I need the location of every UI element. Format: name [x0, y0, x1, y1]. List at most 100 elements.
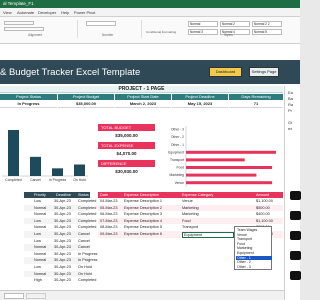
- styles-label: Styles: [224, 33, 233, 37]
- table-row[interactable]: Low 30-Apr-23 Cancel: [24, 231, 90, 238]
- table-cell: Low: [34, 238, 41, 243]
- table-cell: 30-Apr-23: [54, 245, 71, 250]
- table-cell: Marketing: [182, 212, 199, 217]
- side-panel-block[interactable]: [290, 211, 301, 220]
- style-normal-2[interactable]: Normal 2: [220, 21, 250, 27]
- table-row[interactable]: 06-Mar-23 Expense Description 3 Marketing $…: [98, 211, 283, 218]
- table-cell: Completed: [78, 278, 97, 283]
- settings-page-button[interactable]: Settings Page: [249, 67, 279, 77]
- side-panel-text-3: Ra: [288, 102, 294, 107]
- table-row[interactable]: 04-Mar-23 Expense Description 1 Venue $1,10…: [98, 198, 283, 205]
- ribbon-tabs: View Automate Developer Help Power Pivot: [0, 8, 300, 17]
- side-panel-block[interactable]: [290, 271, 301, 280]
- dropdown-option[interactable]: Other - 3: [236, 265, 272, 270]
- table-row[interactable]: 05-Mar-23 Expense Description 2 Marketing $…: [98, 204, 283, 212]
- dashboard-button[interactable]: Dashboard: [209, 67, 242, 77]
- window-titlebar: al Template_F1: [0, 0, 300, 8]
- table-row[interactable]: Normal 30-Apr-23 Completed: [24, 204, 96, 212]
- tab-view[interactable]: View: [3, 10, 12, 15]
- sheet-tab[interactable]: [4, 293, 24, 299]
- number-group: Number: [80, 20, 142, 38]
- table-cell: 30-Apr-23: [54, 232, 71, 236]
- status-tick-label: On Hold: [73, 178, 86, 182]
- status-tick-label: Cancel: [30, 178, 41, 182]
- total-budget-value: $35,000.00: [115, 133, 138, 138]
- style-normal-5[interactable]: Normal 5: [252, 29, 282, 35]
- expense-tick-label: Transport: [170, 158, 184, 162]
- table-row[interactable]: Normal 30-Apr-23 Completed: [24, 211, 96, 218]
- expense-category-chart: Other - 3 Other - 2 Other - 1 Equipment Tran…: [168, 126, 276, 187]
- table-cell: Low: [34, 265, 41, 269]
- window-title: al Template_F1: [3, 1, 34, 6]
- table-row[interactable]: Low 30-Apr-23 Cancel: [24, 237, 90, 245]
- table-row[interactable]: High 30-Apr-23 Completed: [24, 277, 96, 284]
- side-panel-block[interactable]: [290, 251, 301, 260]
- merge-center-button[interactable]: [4, 27, 44, 31]
- table-cell: Expense Description 4: [124, 218, 162, 223]
- number-label: Number: [102, 33, 114, 37]
- table-row[interactable]: Low 30-Apr-23 On Hold: [24, 264, 92, 271]
- side-panel-block[interactable]: [290, 231, 301, 240]
- tab-automate[interactable]: Automate: [17, 10, 34, 15]
- total-budget-label: TOTAL BUDGET: [98, 124, 155, 131]
- alignment-group: Alignment: [0, 20, 78, 38]
- table-cell: 30-Apr-23: [54, 258, 71, 263]
- sheet-tab[interactable]: [26, 293, 46, 299]
- table-cell: Cancel: [78, 232, 90, 236]
- table-row[interactable]: Low 30-Apr-23 Completed: [24, 217, 96, 225]
- table-row[interactable]: Normal 30-Apr-23 Cancel: [24, 244, 90, 251]
- expense-tick-label: Other - 2: [171, 135, 184, 139]
- kpi-deadline-value: May 15, 2023: [172, 100, 228, 108]
- project-title: PROJECT - 1 PAGE: [0, 86, 283, 93]
- category-dropdown-list[interactable]: Team Wages Venue Transport Food Marketing Equ…: [234, 226, 272, 270]
- table-row[interactable]: Normal 30-Apr-23 In Progress: [24, 250, 97, 258]
- table-cell: 30-Apr-23: [54, 238, 71, 243]
- kpi-days-value: 71: [229, 100, 283, 108]
- total-expense-label: TOTAL EXPENSE: [98, 142, 155, 149]
- table-cell: Cancel: [78, 238, 90, 243]
- status-tick-label: In Progress: [49, 178, 67, 182]
- table-cell: Completed: [78, 212, 97, 217]
- table-row[interactable]: Low 30-Apr-23 Completed: [24, 198, 96, 205]
- table-cell: Normal: [34, 212, 47, 217]
- side-panel-block[interactable]: [290, 191, 301, 200]
- status-bar: [8, 130, 19, 176]
- total-expense-value: $4,070.00: [116, 151, 137, 156]
- number-format-select[interactable]: [86, 21, 116, 26]
- status-bar: [74, 164, 85, 176]
- expense-bar: [186, 150, 276, 154]
- table-cell: On Hold: [78, 265, 92, 269]
- table-cell: 30-Apr-23: [54, 265, 71, 269]
- table-row[interactable]: 07-Mar-23 Expense Description 4 Food $1,100…: [98, 217, 283, 225]
- style-normal-3[interactable]: Normal 3: [188, 29, 218, 35]
- table-row[interactable]: Normal 30-Apr-23 On Hold: [24, 270, 92, 278]
- table-cell: Normal: [34, 258, 47, 263]
- tab-help[interactable]: Help: [61, 10, 69, 15]
- tab-power-pivot[interactable]: Power Pivot: [74, 10, 95, 15]
- wrap-text-button[interactable]: [4, 21, 34, 25]
- table-cell: 08-Mar-23: [100, 225, 118, 230]
- table-cell: 30-Apr-23: [54, 278, 71, 283]
- kpi-status-value: In Progress: [0, 100, 57, 108]
- category-select-cell[interactable]: Equipment: [182, 232, 234, 238]
- style-normal[interactable]: Normal: [188, 21, 218, 27]
- table-row[interactable]: Normal 30-Apr-23 Completed: [24, 224, 96, 231]
- conditional-formatting-button[interactable]: Conditional Formatting: [146, 30, 176, 34]
- difference-value: $30,930.00: [115, 169, 138, 174]
- status-tick-label: Completed: [5, 178, 22, 182]
- table-cell: Expense Description 5: [124, 225, 162, 230]
- table-cell: Low: [34, 199, 41, 203]
- alignment-label: Alignment: [28, 33, 43, 37]
- table-cell: In Progress: [78, 251, 98, 256]
- table-cell: 30-Apr-23: [54, 205, 71, 210]
- table-cell: 30-Apr-23: [54, 225, 71, 230]
- table-row[interactable]: Normal 30-Apr-23 In Progress: [24, 257, 97, 264]
- tab-developer[interactable]: Developer: [38, 10, 56, 15]
- table-cell: 04-Mar-23: [100, 199, 118, 203]
- style-normal-2-2[interactable]: Normal 2 2: [252, 21, 282, 27]
- table-cell: Expense Description 2: [124, 205, 162, 210]
- expense-tick-label: Marketing: [170, 173, 185, 177]
- kpi-start-value: March 2, 2023: [115, 100, 171, 108]
- table-cell: Normal: [34, 271, 47, 276]
- table-cell: On Hold: [78, 271, 92, 276]
